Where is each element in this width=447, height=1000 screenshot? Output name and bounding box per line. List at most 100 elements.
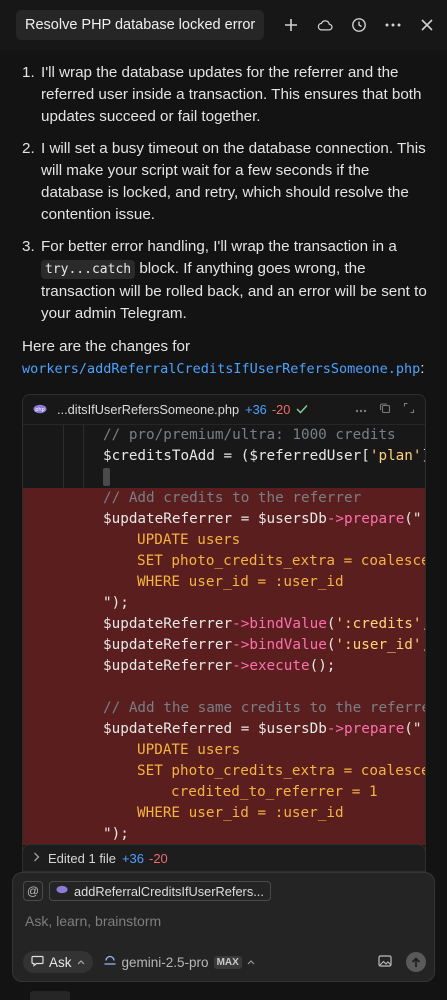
model-selector[interactable]: gemini-2.5-pro MAX (103, 955, 255, 970)
code-token: , (422, 637, 426, 653)
more-icon[interactable] (385, 17, 401, 33)
code-token: // Add credits to the referrer (103, 490, 362, 506)
step-text: I'll wrap the database updates for the r… (41, 64, 422, 125)
code-token: // Add the same credits to the referred (103, 700, 426, 716)
step-number: 3. (22, 238, 35, 255)
edited-additions: +36 (121, 850, 144, 866)
diff-removed-line: $updateReferrer->bindValue(':credits', (23, 614, 425, 635)
diff-removed-line: $updateReferrer->execute(); (23, 656, 425, 677)
diff-filename: ...ditsIfUserRefersSomeone.php (57, 402, 240, 417)
footer-strip (0, 985, 447, 1000)
code-token: (" (404, 511, 422, 527)
chevron-up-icon (247, 957, 255, 967)
chat-input[interactable]: Ask, learn, brainstorm (25, 913, 161, 929)
code-token: UPDATE users (137, 532, 241, 548)
diff-removed-line: $updateReferred = $usersDb->prepare(" (23, 719, 425, 740)
history-icon[interactable] (351, 17, 367, 33)
plus-icon[interactable] (283, 17, 299, 33)
model-name: gemini-2.5-pro (121, 954, 209, 970)
code-token: = (232, 721, 258, 737)
diff-removed-line: UPDATE users (23, 740, 425, 761)
step-number: 2. (22, 140, 35, 157)
mode-label: Ask (49, 954, 72, 970)
code-body[interactable]: // pro/premium/ultra: 1000 credits $credi… (23, 425, 426, 870)
changes-intro: Here are the changes for workers/addRefe… (22, 336, 432, 380)
diff-removed-line: "); (23, 593, 425, 614)
code-token: $usersDb (257, 721, 327, 737)
diff-removed-line: // Add credits to the referrer (23, 488, 425, 509)
step-text-part: For better error handling, I'll wrap the… (41, 238, 397, 255)
code-token: ->prepare (326, 721, 405, 737)
diff-removed-line: UPDATE users (23, 530, 425, 551)
code-token: = ( (214, 448, 250, 464)
diff-additions: +36 (245, 402, 267, 417)
code-token: "); (103, 595, 129, 611)
text-cursor (103, 468, 110, 486)
context-file-name: addReferralCreditsIfUserRefers... (74, 883, 264, 899)
chat-title[interactable]: Resolve PHP database locked error (16, 10, 265, 40)
code-token: 'plan' (369, 448, 422, 464)
diff-removed-line: WHERE user_id = :user_id (23, 572, 425, 593)
code-token: $updateReferrer (103, 616, 233, 632)
code-diff-card: php ...ditsIfUserRefersSomeone.php +36 -… (22, 394, 426, 870)
code-token: UPDATE users (137, 742, 241, 758)
code-card-header[interactable]: php ...ditsIfUserRefersSomeone.php +36 -… (23, 395, 425, 425)
send-button[interactable] (406, 952, 426, 972)
code-line (23, 467, 425, 488)
edited-files-bar[interactable]: Edited 1 file +36 -20 (22, 844, 426, 872)
code-token: ->prepare (326, 511, 405, 527)
code-token: $updateReferrer (103, 511, 233, 527)
max-badge: MAX (213, 955, 242, 969)
svg-text:php: php (35, 407, 45, 413)
top-bar: Resolve PHP database locked error (0, 0, 447, 50)
code-token: $usersDb (257, 511, 327, 527)
php-file-icon (56, 885, 68, 897)
image-icon[interactable] (378, 954, 392, 970)
context-file-chip[interactable]: addReferralCreditsIfUserRefers... (49, 881, 271, 901)
diff-removed-line: // Add the same credits to the referred (23, 698, 426, 719)
list-item: 1. I'll wrap the database updates for th… (22, 62, 428, 128)
inline-code: try...catch (41, 260, 136, 279)
check-icon (296, 402, 308, 417)
bottom-tab-stub (30, 991, 70, 1000)
code-token: ':user_id' (335, 637, 422, 653)
diff-removed-line: SET photo_credits_extra = coalesce (23, 761, 425, 782)
chat-composer: @ addReferralCreditsIfUserRefers... Ask,… (12, 872, 435, 982)
code-token: (); (309, 658, 336, 674)
chevron-right-icon[interactable] (33, 852, 40, 865)
diff-removed-line: WHERE user_id = :user_id (23, 803, 425, 824)
code-line: // pro/premium/ultra: 1000 credits (23, 425, 425, 446)
code-token: "); (103, 826, 129, 842)
diff-removals: -20 (271, 402, 291, 417)
code-token: $updateReferred (103, 721, 233, 737)
code-token: ] (422, 448, 425, 464)
code-token: = (232, 511, 258, 527)
code-token: $creditsToAdd (103, 448, 215, 464)
file-path-link[interactable]: workers/addReferralCreditsIfUserRefersSo… (22, 361, 420, 377)
code-token: $updateReferrer (103, 658, 233, 674)
add-context-button[interactable]: @ (23, 881, 43, 901)
code-token: (" (404, 721, 422, 737)
chat-panel: 1. I'll wrap the database updates for th… (0, 50, 447, 870)
code-token: ->execute (232, 658, 310, 674)
code-token: // pro/premium/ultra: 1000 credits (103, 427, 396, 443)
mode-selector[interactable]: Ask (23, 951, 93, 973)
copy-icon[interactable] (379, 402, 391, 417)
cloud-icon[interactable] (317, 17, 333, 33)
list-item: 3. For better error handling, I'll wrap … (22, 236, 428, 325)
more-icon[interactable] (355, 402, 367, 417)
diff-removed-line: $updateReferrer->bindValue(':user_id', (23, 635, 426, 656)
step-number: 1. (22, 64, 35, 81)
expand-icon[interactable] (403, 402, 415, 417)
chat-bubble-icon (31, 955, 44, 970)
code-token: ':credits' (335, 616, 422, 632)
step-text: For better error handling, I'll wrap the… (41, 236, 428, 325)
diff-removed-line (23, 677, 425, 698)
code-token: ->bindValue (232, 637, 327, 653)
code-token: $referredUser (249, 448, 362, 464)
diff-removed-line: credited_to_referrer = 1 (23, 782, 425, 803)
close-icon[interactable] (419, 17, 435, 33)
code-token: WHERE user_id = :user_id (137, 574, 344, 590)
code-token: WHERE user_id = :user_id (137, 805, 344, 821)
code-token: SET photo_credits_extra = coalesce (137, 553, 426, 569)
